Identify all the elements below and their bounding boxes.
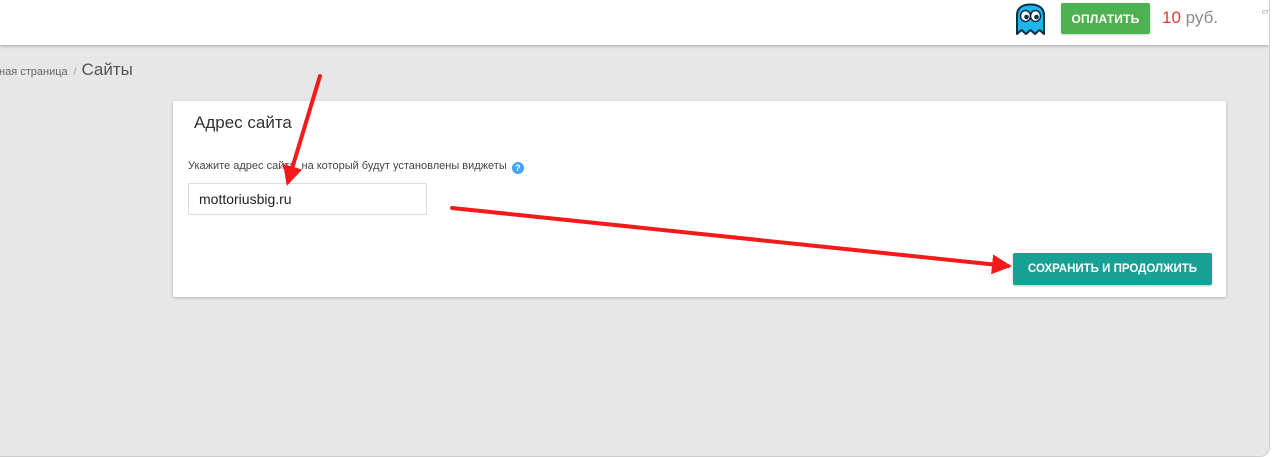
balance-amount: 10 <box>1162 8 1181 27</box>
breadcrumb-home-link[interactable]: зная страница <box>0 66 68 78</box>
breadcrumb-separator: / <box>73 67 77 78</box>
save-and-continue-button[interactable]: СОХРАНИТЬ И ПРОДОЛЖИТЬ <box>1013 253 1212 285</box>
page-title: Сайты <box>81 60 133 79</box>
balance-currency: руб. <box>1185 8 1219 27</box>
topbar-cut-text: ст <box>1262 9 1269 16</box>
app-frame: ОПЛАТИТЬ 10 руб. ст зная страница / Сайты … <box>0 0 1270 457</box>
site-address-card: Адрес сайта Укажите адрес сайта, на кото… <box>173 101 1226 297</box>
ghost-mascot-icon <box>1016 3 1045 35</box>
site-address-label: Укажите адрес сайта, на который будут ус… <box>188 160 524 174</box>
question-icon[interactable]: ? <box>511 162 524 174</box>
site-address-label-text: Укажите адрес сайта, на который будут ус… <box>188 160 507 172</box>
card-title: Адрес сайта <box>194 113 292 132</box>
top-bar: ОПЛАТИТЬ 10 руб. ст <box>0 0 1269 45</box>
balance: 10 руб. <box>1162 8 1218 28</box>
pay-button[interactable]: ОПЛАТИТЬ <box>1061 3 1150 34</box>
site-address-input[interactable] <box>188 183 427 215</box>
breadcrumb: зная страница / Сайты <box>0 60 133 82</box>
